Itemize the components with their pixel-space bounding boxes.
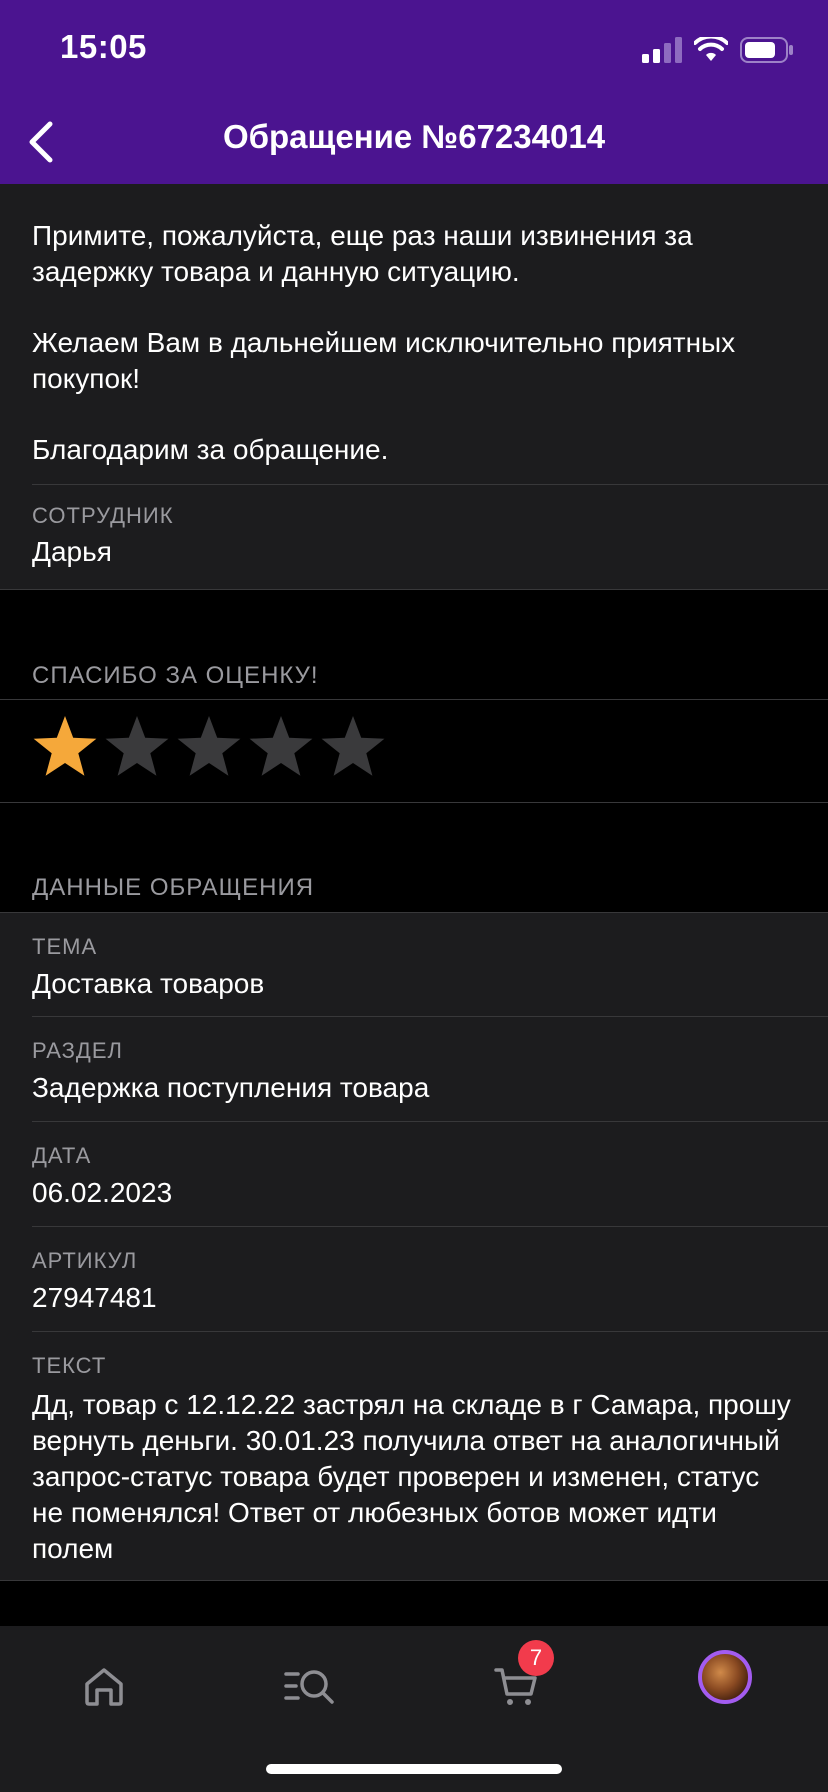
rating-section-title: СПАСИБО ЗА ОЦЕНКУ! — [32, 662, 319, 689]
field-caption: АРТИКУЛ — [32, 1248, 138, 1273]
cart-badge: 7 — [518, 1640, 554, 1676]
catalog-search-icon — [284, 1670, 334, 1704]
employee-name: Дарья — [32, 536, 112, 567]
status-time: 15:05 — [60, 28, 147, 65]
rating-stars[interactable] — [30, 712, 388, 782]
field-text: ТЕКСТ Дд, товар с 12.12.22 застрял на ск… — [32, 1353, 796, 1567]
field-value: Доставка товаров — [32, 968, 265, 999]
divider — [0, 1580, 828, 1581]
field-value: 06.02.2023 — [32, 1177, 173, 1208]
divider — [32, 484, 828, 485]
divider — [0, 589, 828, 590]
field-article: АРТИКУЛ 27947481 — [32, 1248, 796, 1314]
message-paragraph-1: Примите, пожалуйста, еще раз наши извине… — [32, 220, 693, 287]
profile-avatar[interactable] — [698, 1650, 752, 1704]
divider — [32, 1331, 828, 1332]
divider — [32, 1226, 828, 1227]
tab-home[interactable] — [74, 1656, 134, 1716]
divider — [0, 802, 828, 803]
tab-catalog[interactable] — [280, 1656, 340, 1716]
field-topic: ТЕМА Доставка товаров — [32, 934, 796, 1000]
home-icon — [85, 1668, 123, 1706]
field-section: РАЗДЕЛ Задержка поступления товара — [32, 1038, 796, 1104]
field-caption: ДАТА — [32, 1143, 92, 1168]
page-title: Обращение №67234014 — [222, 118, 606, 155]
field-caption: ТЕМА — [32, 934, 98, 959]
status-icons — [642, 34, 794, 66]
field-value: 27947481 — [32, 1282, 157, 1313]
home-indicator — [266, 1764, 562, 1774]
employee-caption: СОТРУДНИК — [32, 503, 174, 528]
star-icon[interactable] — [318, 712, 388, 782]
divider — [32, 1121, 828, 1122]
battery-icon — [740, 37, 793, 63]
signal-icon — [642, 37, 682, 63]
message-card: Примите, пожалуйста, еще раз наши извине… — [0, 184, 828, 589]
message-paragraph-3: Благодарим за обращение. — [32, 434, 389, 465]
screen: 15:05 Обращение №67234014 Примите, пожал… — [0, 0, 828, 1792]
field-caption: РАЗДЕЛ — [32, 1038, 123, 1063]
divider — [32, 1016, 828, 1017]
divider — [0, 699, 828, 700]
field-value: Задержка поступления товара — [32, 1072, 430, 1103]
details-section-title: ДАННЫЕ ОБРАЩЕНИЯ — [32, 874, 315, 901]
details-card: ТЕМА Доставка товаров РАЗДЕЛ Задержка по… — [0, 912, 828, 1580]
star-icon[interactable] — [174, 712, 244, 782]
message-paragraph-2: Желаем Вам в дальнейшем исключительно пр… — [32, 327, 736, 394]
star-icon[interactable] — [102, 712, 172, 782]
wifi-icon — [694, 37, 728, 61]
field-value: Дд, товар с 12.12.22 застрял на складе в… — [32, 1389, 791, 1564]
star-icon[interactable] — [246, 712, 316, 782]
divider — [0, 912, 828, 913]
star-icon[interactable] — [30, 712, 100, 782]
header: 15:05 Обращение №67234014 — [0, 0, 828, 184]
field-date: ДАТА 06.02.2023 — [32, 1143, 796, 1209]
field-caption: ТЕКСТ — [32, 1353, 107, 1378]
